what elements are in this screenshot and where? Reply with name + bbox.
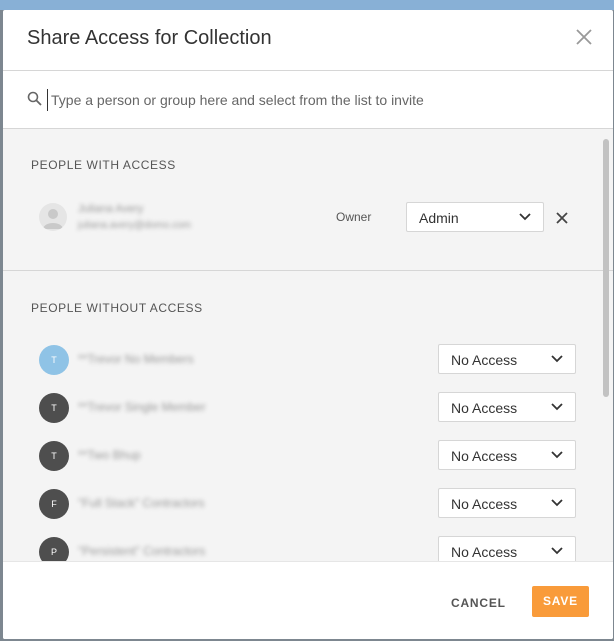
remove-access-icon[interactable]	[556, 211, 568, 224]
cancel-button[interactable]: CANCEL	[451, 596, 506, 610]
group-avatar: T	[39, 345, 69, 375]
list-item: F "Full Stack" Contractors No Access	[3, 487, 613, 535]
people-without-access-heading: PEOPLE WITHOUT ACCESS	[31, 301, 203, 315]
permission-select-value: Admin	[419, 210, 459, 226]
permission-select[interactable]: No Access	[438, 536, 576, 561]
share-access-modal: Share Access for Collection PEOPLE WITH …	[3, 10, 613, 639]
chevron-down-icon	[551, 355, 563, 363]
owner-name: Juliana Avery	[78, 203, 144, 215]
user-avatar-icon	[39, 203, 67, 231]
group-avatar: T	[39, 441, 69, 471]
invite-search-input[interactable]	[47, 89, 571, 111]
group-name: "Full Stack" Contractors	[78, 496, 205, 510]
chevron-down-icon	[551, 499, 563, 507]
list-item: P "Persistent" Contractors No Access	[3, 535, 613, 561]
group-name: **Trevor Single Member	[78, 400, 206, 414]
access-list-panel: PEOPLE WITH ACCESS Juliana Avery juliana…	[3, 129, 613, 561]
background-app-strip	[0, 0, 614, 10]
list-item: T **Trevor Single Member No Access	[3, 391, 613, 439]
permission-select[interactable]: No Access	[438, 344, 576, 374]
owner-permission-select[interactable]: Admin	[406, 202, 544, 232]
chevron-down-icon	[551, 403, 563, 411]
scrollbar-thumb[interactable]	[603, 139, 609, 397]
modal-title: Share Access for Collection	[27, 27, 272, 49]
search-icon	[27, 91, 43, 112]
permission-select-value: No Access	[451, 352, 518, 368]
group-name: **Trevor No Members	[78, 352, 194, 366]
permission-select-value: No Access	[451, 448, 518, 464]
group-avatar: P	[39, 537, 69, 561]
invite-search-row	[3, 71, 613, 129]
list-item: T **Two Bhup No Access	[3, 439, 613, 487]
modal-header: Share Access for Collection	[3, 10, 613, 71]
group-name: "Persistent" Contractors	[78, 544, 206, 558]
people-with-access-section: PEOPLE WITH ACCESS Juliana Avery juliana…	[3, 129, 613, 271]
save-button[interactable]: SAVE	[532, 586, 589, 617]
owner-role-label: Owner	[336, 210, 372, 224]
people-with-access-heading: PEOPLE WITH ACCESS	[31, 158, 176, 172]
permission-select-value: No Access	[451, 544, 518, 560]
permission-select-value: No Access	[451, 496, 518, 512]
chevron-down-icon	[551, 451, 563, 459]
chevron-down-icon	[551, 547, 563, 555]
list-scrollbar[interactable]	[601, 129, 610, 561]
permission-select[interactable]: No Access	[438, 392, 576, 422]
list-item: T **Trevor No Members No Access	[3, 343, 613, 391]
chevron-down-icon	[519, 213, 531, 221]
permission-select[interactable]: No Access	[438, 488, 576, 518]
modal-footer: CANCEL SAVE	[3, 561, 613, 639]
group-name: **Two Bhup	[78, 448, 141, 462]
permission-select-value: No Access	[451, 400, 518, 416]
permission-select[interactable]: No Access	[438, 440, 576, 470]
group-avatar: T	[39, 393, 69, 423]
group-avatar: F	[39, 489, 69, 519]
close-icon[interactable]	[573, 26, 595, 48]
owner-email: juliana.avery@domo.com	[78, 220, 191, 231]
